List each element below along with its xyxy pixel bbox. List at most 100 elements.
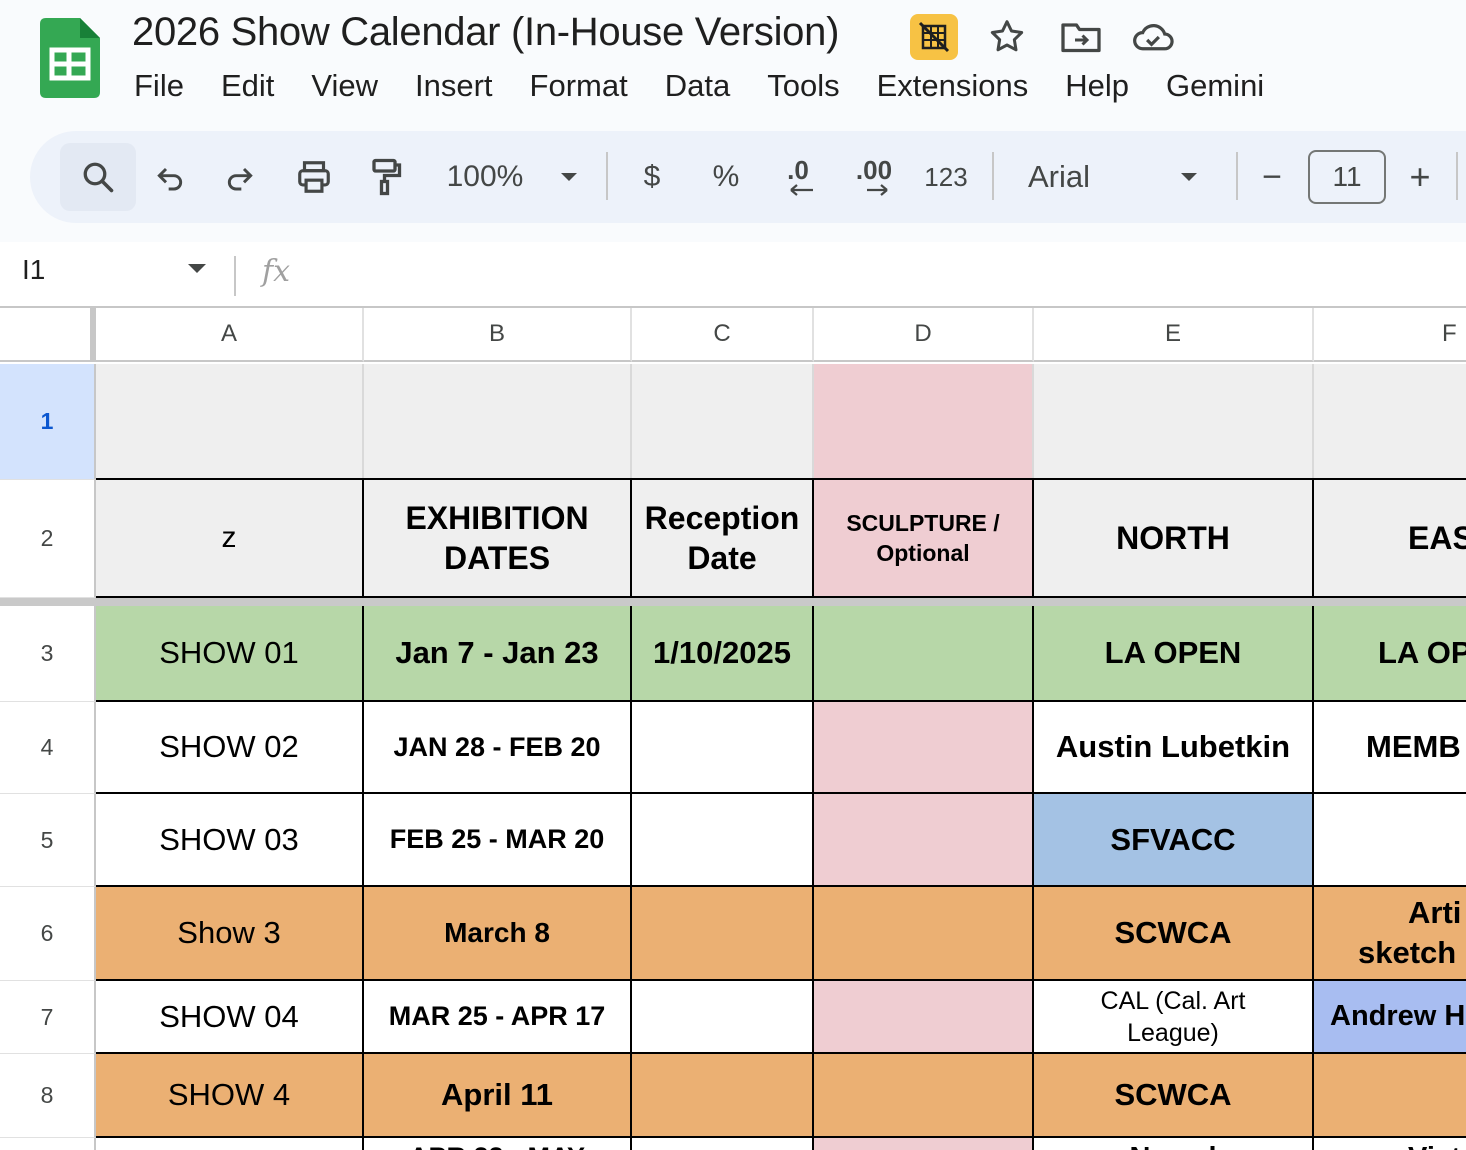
- cell-c3[interactable]: 1/10/2025: [632, 606, 814, 702]
- percent-format-button[interactable]: %: [706, 131, 746, 223]
- cell-c1[interactable]: [632, 364, 814, 480]
- cell-e3[interactable]: LA OPEN: [1034, 606, 1314, 702]
- paint-format-icon[interactable]: [362, 131, 410, 223]
- cell-d3[interactable]: [814, 606, 1034, 702]
- cell-c6[interactable]: [632, 887, 814, 981]
- cell-d9[interactable]: [814, 1138, 1034, 1150]
- redo-icon[interactable]: [216, 131, 264, 223]
- increase-font-size-button[interactable]: +: [1402, 131, 1438, 223]
- cell-e4[interactable]: Austin Lubetkin: [1034, 702, 1314, 794]
- cell-e8[interactable]: SCWCA: [1034, 1054, 1314, 1138]
- no-access-sheet-icon[interactable]: [910, 14, 958, 60]
- cell-b3[interactable]: Jan 7 - Jan 23: [364, 606, 632, 702]
- name-box[interactable]: I1: [22, 254, 45, 286]
- cell-a3[interactable]: SHOW 01: [96, 606, 364, 702]
- menu-gemini[interactable]: Gemini: [1166, 68, 1264, 108]
- cell-f5[interactable]: [1314, 794, 1466, 887]
- formula-input[interactable]: [320, 256, 1420, 294]
- row-header-2[interactable]: 2: [0, 480, 96, 598]
- cell-c7[interactable]: [632, 981, 814, 1054]
- column-header-a[interactable]: A: [96, 308, 364, 362]
- cell-e9[interactable]: Namel: [1034, 1138, 1314, 1150]
- cell-a8[interactable]: SHOW 4: [96, 1054, 364, 1138]
- cell-d8[interactable]: [814, 1054, 1034, 1138]
- menu-tools[interactable]: Tools: [767, 68, 839, 108]
- column-header-d[interactable]: D: [814, 308, 1034, 362]
- cell-b6[interactable]: March 8: [364, 887, 632, 981]
- cell-a4[interactable]: SHOW 02: [96, 702, 364, 794]
- cell-b9[interactable]: APR 22 - MAY: [364, 1138, 632, 1150]
- cloud-saved-icon[interactable]: [1130, 14, 1176, 60]
- row-header-8[interactable]: 8: [0, 1054, 96, 1138]
- cell-f8[interactable]: [1314, 1054, 1466, 1138]
- menu-view[interactable]: View: [311, 68, 378, 108]
- menu-help[interactable]: Help: [1065, 68, 1129, 108]
- star-icon[interactable]: [984, 14, 1030, 60]
- font-dropdown-icon[interactable]: [1174, 131, 1204, 223]
- cell-f7[interactable]: Andrew H: [1314, 981, 1466, 1054]
- cell-b7[interactable]: MAR 25 - APR 17: [364, 981, 632, 1054]
- menu-format[interactable]: Format: [530, 68, 628, 108]
- cell-e5[interactable]: SFVACC: [1034, 794, 1314, 887]
- font-select[interactable]: Arial: [1028, 131, 1098, 223]
- menu-extensions[interactable]: Extensions: [877, 68, 1029, 108]
- document-title[interactable]: 2026 Show Calendar (In-House Version): [132, 10, 839, 55]
- cell-a7[interactable]: SHOW 04: [96, 981, 364, 1054]
- sheets-logo-icon[interactable]: [40, 18, 100, 98]
- menu-data[interactable]: Data: [665, 68, 730, 108]
- row-header-5[interactable]: 5: [0, 794, 96, 887]
- cell-f1[interactable]: [1314, 364, 1466, 480]
- increase-decimal-button[interactable]: .00: [844, 131, 904, 223]
- cell-d4[interactable]: [814, 702, 1034, 794]
- cell-c5[interactable]: [632, 794, 814, 887]
- cell-d5[interactable]: [814, 794, 1034, 887]
- cell-f2[interactable]: EAS: [1314, 480, 1466, 598]
- decrease-decimal-button[interactable]: .0: [770, 131, 826, 223]
- zoom-dropdown-icon[interactable]: [554, 131, 584, 223]
- cell-b2[interactable]: EXHIBITION DATES: [364, 480, 632, 598]
- cell-d2[interactable]: SCULPTURE / Optional: [814, 480, 1034, 598]
- menu-insert[interactable]: Insert: [415, 68, 493, 108]
- currency-format-button[interactable]: $: [634, 131, 670, 223]
- cell-d1[interactable]: [814, 364, 1034, 480]
- cell-c8[interactable]: [632, 1054, 814, 1138]
- row-header-4[interactable]: 4: [0, 702, 96, 794]
- cell-a2[interactable]: z: [96, 480, 364, 598]
- column-header-e[interactable]: E: [1034, 308, 1314, 362]
- cell-f6[interactable]: Arti sketch: [1314, 887, 1466, 981]
- frozen-rows-divider[interactable]: [0, 598, 1466, 606]
- cell-b1[interactable]: [364, 364, 632, 480]
- menu-file[interactable]: File: [134, 68, 184, 108]
- cell-b5[interactable]: FEB 25 - MAR 20: [364, 794, 632, 887]
- move-folder-icon[interactable]: [1058, 14, 1104, 60]
- cell-d7[interactable]: [814, 981, 1034, 1054]
- cell-e7[interactable]: CAL (Cal. Art League): [1034, 981, 1314, 1054]
- zoom-select[interactable]: 100%: [440, 131, 530, 223]
- row-header-9[interactable]: [0, 1138, 96, 1150]
- cell-c9[interactable]: [632, 1138, 814, 1150]
- cell-c4[interactable]: [632, 702, 814, 794]
- cell-b4[interactable]: JAN 28 - FEB 20: [364, 702, 632, 794]
- decrease-font-size-button[interactable]: −: [1254, 131, 1290, 223]
- cell-c2[interactable]: Reception Date: [632, 480, 814, 598]
- row-header-1[interactable]: 1: [0, 364, 96, 480]
- cell-f4[interactable]: MEMB: [1314, 702, 1466, 794]
- row-header-6[interactable]: 6: [0, 887, 96, 981]
- menu-edit[interactable]: Edit: [221, 68, 274, 108]
- select-all-corner[interactable]: [0, 308, 96, 362]
- search-menus-icon[interactable]: [60, 143, 136, 211]
- cell-a5[interactable]: SHOW 03: [96, 794, 364, 887]
- cell-e6[interactable]: SCWCA: [1034, 887, 1314, 981]
- cell-e1[interactable]: [1034, 364, 1314, 480]
- row-header-3[interactable]: 3: [0, 606, 96, 702]
- cell-d6[interactable]: [814, 887, 1034, 981]
- cell-a1[interactable]: [96, 364, 364, 480]
- column-header-b[interactable]: B: [364, 308, 632, 362]
- print-icon[interactable]: [290, 131, 338, 223]
- font-size-input[interactable]: 11: [1308, 150, 1386, 204]
- undo-icon[interactable]: [146, 131, 194, 223]
- cell-a9[interactable]: [96, 1138, 364, 1150]
- cell-b8[interactable]: April 11: [364, 1054, 632, 1138]
- cell-e2[interactable]: NORTH: [1034, 480, 1314, 598]
- column-header-c[interactable]: C: [632, 308, 814, 362]
